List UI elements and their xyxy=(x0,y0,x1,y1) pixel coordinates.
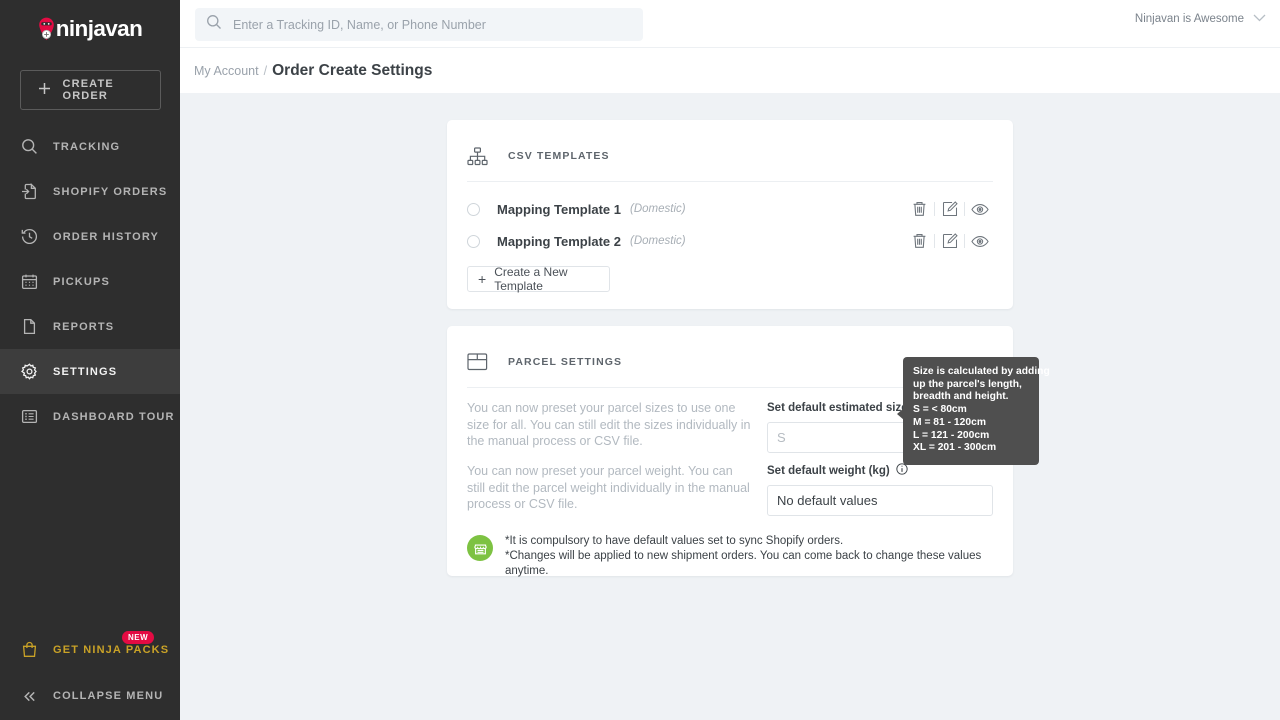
parcel-card-title: PARCEL SETTINGS xyxy=(508,356,623,368)
ninja-packs-label: GET NINJA PACKS xyxy=(53,643,170,656)
breadcrumb: My Account / Order Create Settings xyxy=(180,48,1280,93)
shop-badge-icon xyxy=(467,535,493,561)
csv-card-title: CSV TEMPLATES xyxy=(508,150,610,162)
parcel-note-text: *It is compulsory to have default values… xyxy=(505,534,993,579)
template-tag: (Domestic) xyxy=(630,235,686,247)
size-info-tooltip: Size is calculated by adding up the parc… xyxy=(897,357,1050,465)
tooltip-line: XL = 201 - 300cm xyxy=(913,442,997,454)
sidebar-item-order-history[interactable]: ORDER HISTORY xyxy=(0,214,180,259)
create-new-template-button[interactable]: + Create a New Template xyxy=(467,265,610,293)
page-title: Order Create Settings xyxy=(272,61,433,79)
chevron-down-icon xyxy=(1253,13,1266,25)
size-label-text: Set default estimated size xyxy=(767,401,908,414)
info-icon[interactable] xyxy=(896,463,908,478)
template-tag: (Domestic) xyxy=(630,203,686,215)
eye-icon[interactable] xyxy=(965,235,994,248)
template-radio[interactable] xyxy=(467,234,480,248)
document-icon xyxy=(19,317,39,337)
sidebar-item-reports[interactable]: REPORTS xyxy=(0,304,180,349)
parcel-note: *It is compulsory to have default values… xyxy=(447,526,1013,579)
weight-setting-row: You can now preset your parcel weight. Y… xyxy=(467,463,993,516)
weight-description: You can now preset your parcel weight. Y… xyxy=(467,464,750,511)
plus-icon: + xyxy=(478,271,487,287)
default-weight-input[interactable] xyxy=(767,485,993,516)
template-name: Mapping Template 2 xyxy=(497,233,621,249)
note-line-1: *It is compulsory to have default values… xyxy=(505,535,844,547)
shopping-bag-icon xyxy=(19,640,39,660)
sidebar-item-label: SHOPIFY ORDERS xyxy=(53,185,168,198)
table-row[interactable]: Mapping Template 1 (Domestic) xyxy=(447,193,1013,225)
collapse-menu-button[interactable]: COLLAPSE MENU xyxy=(0,672,180,720)
template-list: Mapping Template 1 (Domestic) Mapping Te… xyxy=(447,182,1013,257)
sidebar-item-settings[interactable]: SETTINGS xyxy=(0,349,180,394)
row-actions xyxy=(905,233,994,249)
sidebar-bottom: GET NINJA PACKS NEW COLLAPSE MENU xyxy=(0,627,180,720)
history-clock-icon xyxy=(19,227,39,247)
breadcrumb-separator: / xyxy=(263,63,268,78)
template-name: Mapping Template 1 xyxy=(497,201,621,217)
sidebar-item-pickups[interactable]: PICKUPS xyxy=(0,259,180,304)
sitemap-icon xyxy=(466,146,488,166)
logo-text: ninjavan xyxy=(55,15,143,41)
eye-icon[interactable] xyxy=(965,203,994,216)
content-area: CSV TEMPLATES Mapping Template 1 (Domest… xyxy=(180,93,1280,720)
search-icon xyxy=(19,137,39,157)
tooltip-line: up the parcel's length, xyxy=(913,378,1022,390)
sidebar-item-label: ORDER HISTORY xyxy=(53,230,160,243)
weight-field-group: Set default weight (kg) xyxy=(767,463,993,516)
sidebar-item-label: TRACKING xyxy=(53,140,121,153)
list-board-icon xyxy=(19,407,39,427)
sidebar-item-tracking[interactable]: TRACKING xyxy=(0,124,180,169)
search-box[interactable] xyxy=(195,8,643,41)
tooltip-line: Size is calculated by adding xyxy=(913,366,1050,377)
size-description: You can now preset your parcel sizes to … xyxy=(467,401,751,448)
table-row[interactable]: Mapping Template 2 (Domestic) xyxy=(447,225,1013,257)
trash-icon[interactable] xyxy=(905,201,934,217)
collapse-menu-label: COLLAPSE MENU xyxy=(53,690,164,702)
tooltip-line: S = < 80cm xyxy=(913,404,967,416)
tooltip-line: L = 121 - 200cm xyxy=(913,429,990,441)
file-import-icon xyxy=(19,182,39,202)
note-line-2: *Changes will be applied to new shipment… xyxy=(505,550,982,577)
weight-field-label: Set default weight (kg) xyxy=(767,463,993,478)
user-menu[interactable]: Ninjavan is Awesome xyxy=(1135,13,1266,25)
sidebar-item-label: REPORTS xyxy=(53,320,115,333)
gear-icon xyxy=(19,362,39,382)
sidebar-nav: TRACKING SHOPIFY ORDERS ORDER HISTORY PI… xyxy=(0,124,180,439)
row-actions xyxy=(905,201,994,217)
user-menu-label: Ninjavan is Awesome xyxy=(1134,13,1244,25)
sidebar-item-dashboard-tour[interactable]: DASHBOARD TOUR xyxy=(0,394,180,439)
search-input[interactable] xyxy=(233,17,623,32)
get-ninja-packs-button[interactable]: GET NINJA PACKS NEW xyxy=(0,627,180,672)
edit-icon[interactable] xyxy=(935,201,964,217)
sidebar-item-label: DASHBOARD TOUR xyxy=(53,410,175,423)
edit-icon[interactable] xyxy=(935,233,964,249)
calendar-icon xyxy=(19,272,39,292)
template-radio[interactable] xyxy=(467,202,480,216)
new-badge: NEW xyxy=(122,631,155,644)
trash-icon[interactable] xyxy=(905,233,934,249)
weight-label-text: Set default weight (kg) xyxy=(767,464,890,477)
chevron-double-left-icon xyxy=(19,686,39,706)
sidebar-item-shopify-orders[interactable]: SHOPIFY ORDERS xyxy=(0,169,180,214)
parcel-box-icon xyxy=(466,353,488,371)
create-new-template-label: Create a New Template xyxy=(494,265,568,293)
tooltip-line: breadth and height. xyxy=(913,391,1009,403)
sidebar: ninjavan CREATE ORDER TRACKING SHOPIFY O… xyxy=(0,0,180,720)
tooltip-line: M = 81 - 120cm xyxy=(913,416,986,428)
sidebar-item-label: SETTINGS xyxy=(53,365,118,378)
csv-templates-card: CSV TEMPLATES Mapping Template 1 (Domest… xyxy=(447,120,1013,309)
breadcrumb-parent[interactable]: My Account xyxy=(194,64,259,78)
csv-card-header: CSV TEMPLATES xyxy=(447,120,1013,172)
top-bar: Ninjavan is Awesome xyxy=(180,0,1280,48)
logo[interactable]: ninjavan xyxy=(0,0,180,52)
ninja-pin-icon xyxy=(38,17,55,41)
sidebar-item-label: PICKUPS xyxy=(53,275,110,288)
search-icon xyxy=(206,14,222,35)
create-order-label: CREATE ORDER xyxy=(62,78,114,102)
plus-icon xyxy=(38,82,51,98)
create-order-button[interactable]: CREATE ORDER xyxy=(19,70,161,110)
